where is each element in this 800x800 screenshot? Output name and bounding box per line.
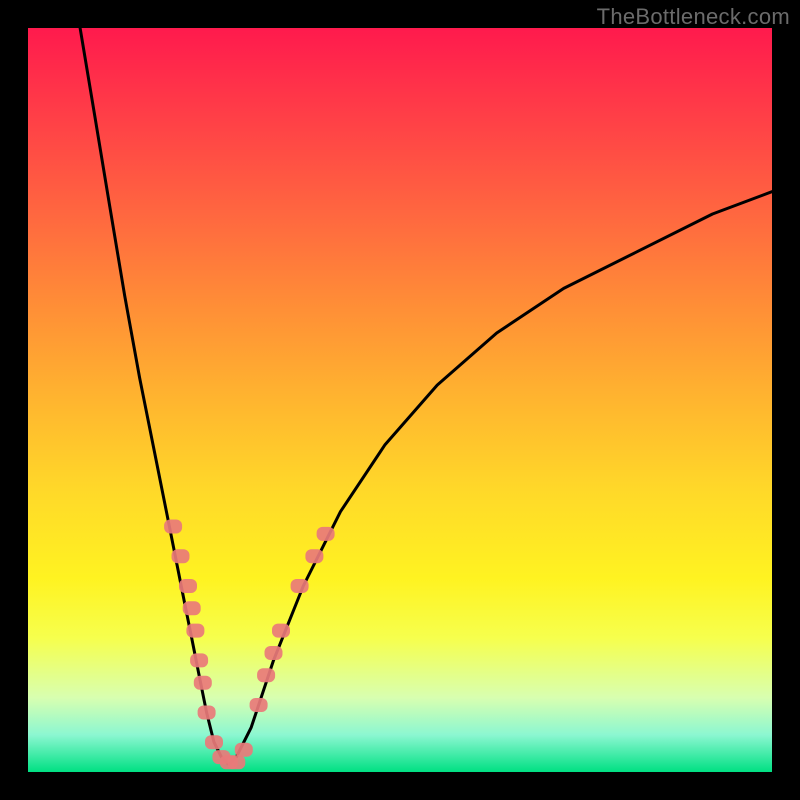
marker-dot <box>265 646 283 660</box>
marker-dot <box>172 549 190 563</box>
marker-dot <box>183 601 201 615</box>
marker-dot <box>179 579 197 593</box>
marker-dot <box>257 668 275 682</box>
chart-svg <box>28 28 772 772</box>
marker-dot <box>317 527 335 541</box>
marker-dot <box>186 624 204 638</box>
marker-dot <box>227 755 245 769</box>
curve-path <box>80 28 772 765</box>
watermark-text: TheBottleneck.com <box>597 4 790 30</box>
marker-dot <box>198 706 216 720</box>
marker-dot <box>250 698 268 712</box>
marker-dot <box>235 743 253 757</box>
chart-frame: TheBottleneck.com <box>0 0 800 800</box>
marker-dot <box>164 520 182 534</box>
marker-dot <box>190 653 208 667</box>
marker-dot <box>194 676 212 690</box>
marker-dot <box>205 735 223 749</box>
plot-area <box>28 28 772 772</box>
bottleneck-curve <box>80 28 772 765</box>
marker-dot <box>272 624 290 638</box>
marker-dot <box>291 579 309 593</box>
marker-dot <box>305 549 323 563</box>
